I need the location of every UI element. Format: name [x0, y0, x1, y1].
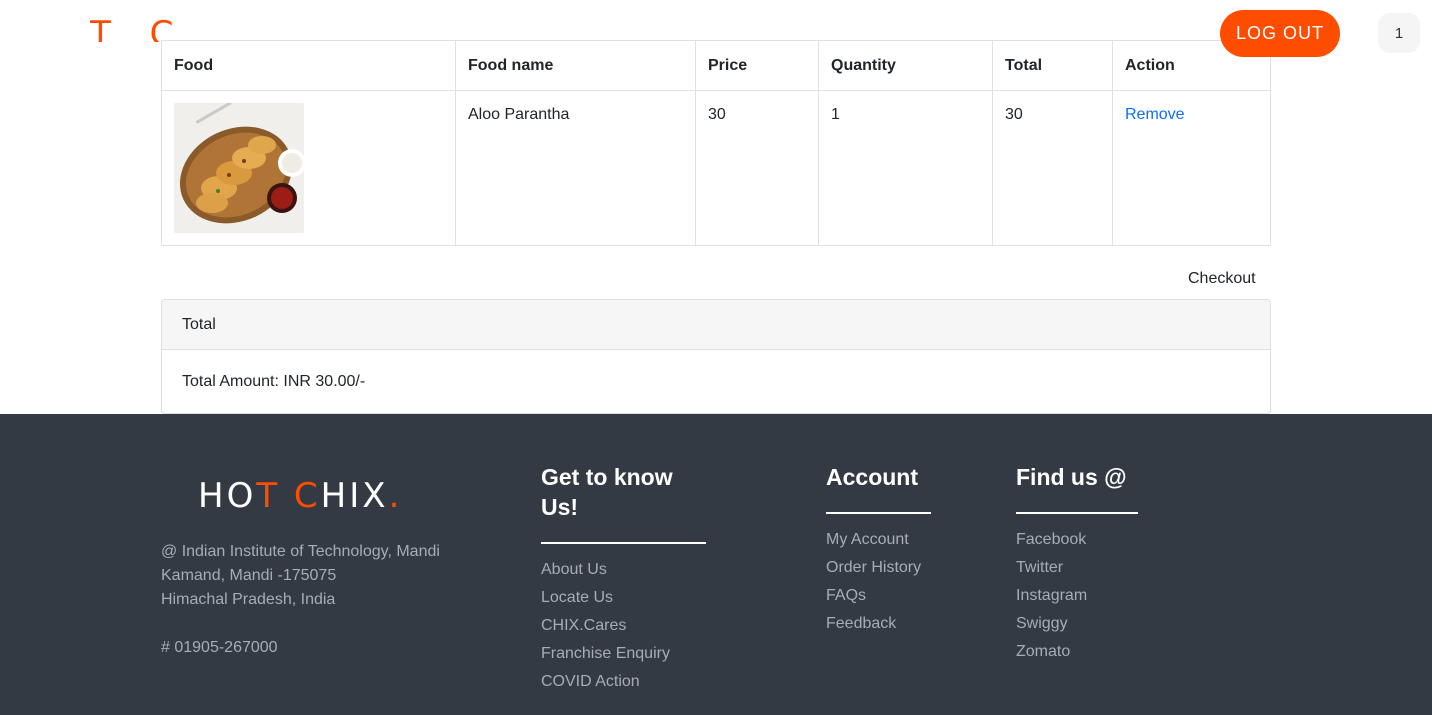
footer-link-twitter[interactable]: Twitter: [1016, 554, 1146, 582]
footer-logo-dot: .: [388, 476, 403, 516]
cart-table-header: Food Food name Price Quantity Total Acti…: [161, 40, 1271, 91]
brand-logo[interactable]: T C.: [90, 14, 212, 42]
footer-column-title: Get to know Us!: [541, 464, 673, 520]
column-header-quantity: Quantity: [818, 40, 993, 91]
footer-link-franchise-enquiry[interactable]: Franchise Enquiry: [541, 640, 711, 668]
footer-link-about-us[interactable]: About Us: [541, 556, 711, 584]
footer: HOT CHIX. @ Indian Institute of Technolo…: [0, 414, 1432, 715]
footer-link-my-account[interactable]: My Account: [826, 526, 936, 554]
column-header-price: Price: [695, 40, 819, 91]
footer-link-swiggy[interactable]: Swiggy: [1016, 610, 1146, 638]
footer-logo-part5: HIX: [320, 476, 389, 516]
footer-link-order-history[interactable]: Order History: [826, 554, 936, 582]
footer-link-instagram[interactable]: Instagram: [1016, 582, 1146, 610]
page: T C. LOG OUT 1 Food Food name Price Quan…: [0, 0, 1432, 715]
food-image-cell: [161, 90, 456, 246]
logo-text: T C: [90, 14, 188, 42]
footer-link-zomato[interactable]: Zomato: [1016, 638, 1146, 666]
divider: [826, 512, 931, 514]
cart-table: Food Food name Price Quantity Total Acti…: [161, 40, 1271, 246]
footer-link-locate-us[interactable]: Locate Us: [541, 584, 711, 612]
footer-logo[interactable]: HOT CHIX.: [198, 476, 402, 516]
footer-logo-part3: [280, 476, 294, 516]
footer-column-about: Get to know Us! About Us Locate Us CHIX.…: [541, 462, 711, 696]
footer-link-feedback[interactable]: Feedback: [826, 610, 936, 638]
divider: [541, 542, 706, 544]
logo-dot: .: [187, 14, 213, 42]
phone-number: # 01905-267000: [161, 639, 278, 656]
footer-link-facebook[interactable]: Facebook: [1016, 526, 1146, 554]
total-cell: 30: [992, 90, 1113, 246]
footer-logo-part1: HO: [198, 476, 257, 516]
footer-link-covid-action[interactable]: COVID Action: [541, 668, 711, 696]
total-card-header: Total: [162, 300, 1270, 350]
cart-count-badge[interactable]: 1: [1378, 13, 1420, 53]
address-block: @ Indian Institute of Technology, Mandi …: [161, 540, 440, 660]
column-header-food-name: Food name: [455, 40, 696, 91]
column-header-total: Total: [992, 40, 1113, 91]
column-header-food: Food: [161, 40, 456, 91]
logout-button[interactable]: LOG OUT: [1220, 10, 1340, 57]
footer-logo-part2: T: [256, 476, 281, 516]
remove-link[interactable]: Remove: [1125, 106, 1185, 123]
checkout-button[interactable]: Checkout: [1188, 270, 1256, 288]
footer-logo-part4: C: [293, 476, 321, 516]
quantity-cell: 1: [818, 90, 993, 246]
footer-column-title: Find us @: [1016, 464, 1127, 490]
footer-column-find-us: Find us @ Facebook Twitter Instagram Swi…: [1016, 462, 1146, 666]
table-row: Aloo Parantha 30 1 30 Remove: [161, 90, 1271, 246]
address-line: Kamand, Mandi -175075: [161, 567, 337, 584]
price-cell: 30: [695, 90, 819, 246]
divider: [1016, 512, 1138, 514]
footer-column-account: Account My Account Order History FAQs Fe…: [826, 462, 936, 638]
action-cell: Remove: [1112, 90, 1271, 246]
total-amount: Total Amount: INR 30.00/-: [182, 373, 366, 390]
total-card: Total Total Amount: INR 30.00/-: [161, 299, 1271, 414]
footer-column-title: Account: [826, 464, 918, 490]
address-line: Himachal Pradesh, India: [161, 591, 336, 608]
footer-link-faqs[interactable]: FAQs: [826, 582, 936, 610]
footer-link-chix-cares[interactable]: CHIX.Cares: [541, 612, 711, 640]
address-line: @ Indian Institute of Technology, Mandi: [161, 543, 440, 560]
food-name-cell: Aloo Parantha: [455, 90, 696, 246]
food-image: [174, 103, 304, 233]
